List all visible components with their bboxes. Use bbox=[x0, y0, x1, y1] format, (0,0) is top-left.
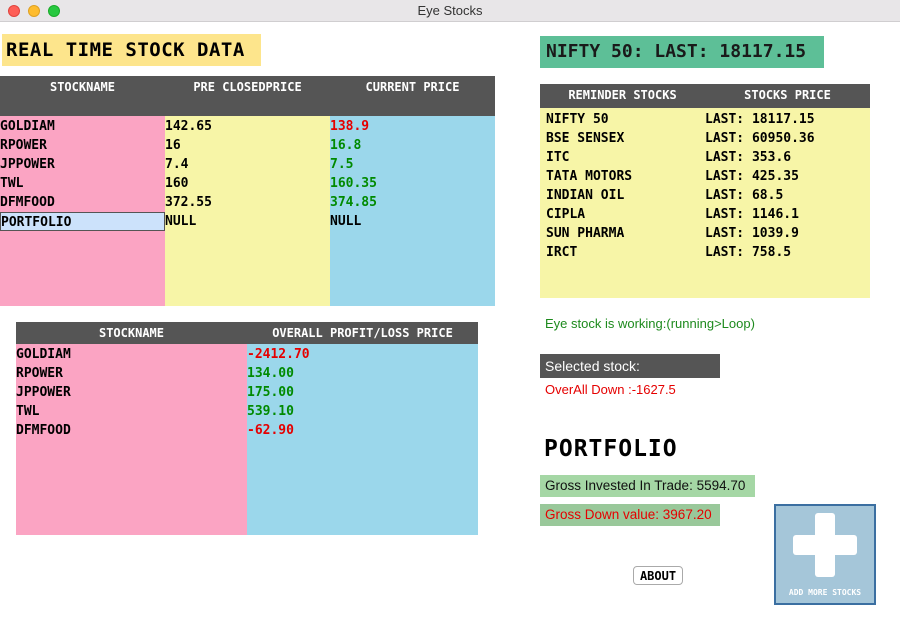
table-row[interactable]: JPPOWER bbox=[16, 383, 247, 402]
list-item-price: LAST: 1039.9 bbox=[705, 226, 799, 241]
table-row[interactable]: GOLDIAM bbox=[16, 345, 247, 364]
table-cell: 372.55 bbox=[165, 195, 212, 210]
overall-down: OverAll Down :-1627.5 bbox=[545, 382, 676, 397]
realtime-title: REAL TIME STOCK DATA bbox=[2, 34, 261, 66]
table-cell: 138.9 bbox=[330, 119, 370, 134]
list-item[interactable]: ITC bbox=[546, 148, 705, 167]
gross-down: Gross Down value: 3967.20 bbox=[540, 504, 720, 526]
table-cell: 160 bbox=[165, 176, 189, 191]
header-pl-stockname: STOCKNAME bbox=[98, 326, 165, 340]
reminder-list: NIFTY 50 BSE SENSEX ITC TATA MOTORS INDI… bbox=[540, 108, 870, 298]
plus-icon bbox=[793, 513, 857, 577]
list-item-price: LAST: 425.35 bbox=[705, 169, 799, 184]
table-row[interactable]: TWL bbox=[0, 174, 165, 193]
nifty-banner: NIFTY 50: LAST: 18117.15 bbox=[540, 36, 824, 68]
table-row[interactable]: GOLDIAM bbox=[0, 117, 165, 136]
list-item-price: LAST: 758.5 bbox=[705, 245, 792, 260]
pl-stockname-column: GOLDIAM RPOWER JPPOWER TWL DFMFOOD bbox=[16, 344, 247, 535]
table-cell: NULL bbox=[165, 214, 197, 229]
pl-value-column: -2412.70 134.00 175.00 539.10 -62.90 bbox=[247, 344, 478, 535]
gross-invested: Gross Invested In Trade: 5594.70 bbox=[540, 475, 755, 497]
table-row[interactable]: RPOWER bbox=[0, 136, 165, 155]
table-row[interactable]: DFMFOOD bbox=[0, 193, 165, 212]
table-cell: 7.4 bbox=[165, 157, 189, 172]
header-current: CURRENT PRICE bbox=[365, 80, 460, 94]
table-cell: 539.10 bbox=[247, 404, 294, 419]
table-row[interactable]: RPOWER bbox=[16, 364, 247, 383]
table-row[interactable]: JPPOWER bbox=[0, 155, 165, 174]
header-stockname: STOCKNAME bbox=[49, 80, 116, 94]
header-reminder-stocks: REMINDER STOCKS bbox=[568, 88, 677, 102]
table-cell: 374.85 bbox=[330, 195, 377, 210]
window-titlebar: Eye Stocks bbox=[0, 0, 900, 22]
window-title: Eye Stocks bbox=[417, 3, 483, 18]
list-item[interactable]: TATA MOTORS bbox=[546, 167, 705, 186]
table-cell: 175.00 bbox=[247, 385, 294, 400]
list-item-price: LAST: 1146.1 bbox=[705, 207, 799, 222]
table-row-selected[interactable]: PORTFOLIO bbox=[0, 212, 165, 231]
table-cell: -2412.70 bbox=[247, 347, 310, 362]
add-more-stocks-button[interactable]: ADD MORE STOCKS bbox=[774, 504, 876, 605]
add-more-stocks-label: ADD MORE STOCKS bbox=[788, 588, 862, 597]
table-row[interactable]: TWL bbox=[16, 402, 247, 421]
list-item[interactable]: SUN PHARMA bbox=[546, 224, 705, 243]
list-item[interactable]: INDIAN OIL bbox=[546, 186, 705, 205]
table-row[interactable]: DFMFOOD bbox=[16, 421, 247, 440]
table-cell: 142.65 bbox=[165, 119, 212, 134]
table-cell: 16 bbox=[165, 138, 181, 153]
stockname-column: GOLDIAM RPOWER JPPOWER TWL DFMFOOD PORTF… bbox=[0, 116, 165, 306]
table-cell: -62.90 bbox=[247, 423, 294, 438]
preclosed-column: 142.65 16 7.4 160 372.55 NULL bbox=[165, 116, 330, 306]
table-cell: 134.00 bbox=[247, 366, 294, 381]
list-item-price: LAST: 353.6 bbox=[705, 150, 792, 165]
about-button[interactable]: ABOUT bbox=[633, 566, 683, 585]
list-item-price: LAST: 18117.15 bbox=[705, 112, 815, 127]
list-item-price: LAST: 68.5 bbox=[705, 188, 784, 203]
working-status: Eye stock is working:(running>Loop) bbox=[545, 316, 755, 331]
list-item[interactable]: IRCT bbox=[546, 243, 705, 262]
current-column: 138.9 16.8 7.5 160.35 374.85 NULL bbox=[330, 116, 495, 306]
header-preclosed: PRE CLOSEDPRICE bbox=[193, 80, 302, 94]
selected-stock-label: Selected stock: PORTFOLIO bbox=[540, 354, 720, 398]
table-cell: 16.8 bbox=[330, 138, 362, 153]
table-cell: 7.5 bbox=[330, 157, 354, 172]
header-stocks-price: STOCKS PRICE bbox=[744, 88, 831, 102]
list-item[interactable]: CIPLA bbox=[546, 205, 705, 224]
header-pl-value: OVERALL PROFIT/LOSS PRICE bbox=[272, 326, 453, 340]
table-cell: 160.35 bbox=[330, 176, 377, 191]
portfolio-title: PORTFOLIO bbox=[544, 436, 678, 462]
list-item[interactable]: NIFTY 50 bbox=[546, 110, 705, 129]
list-item[interactable]: BSE SENSEX bbox=[546, 129, 705, 148]
table-cell: NULL bbox=[330, 214, 362, 229]
list-item-price: LAST: 60950.36 bbox=[705, 131, 815, 146]
